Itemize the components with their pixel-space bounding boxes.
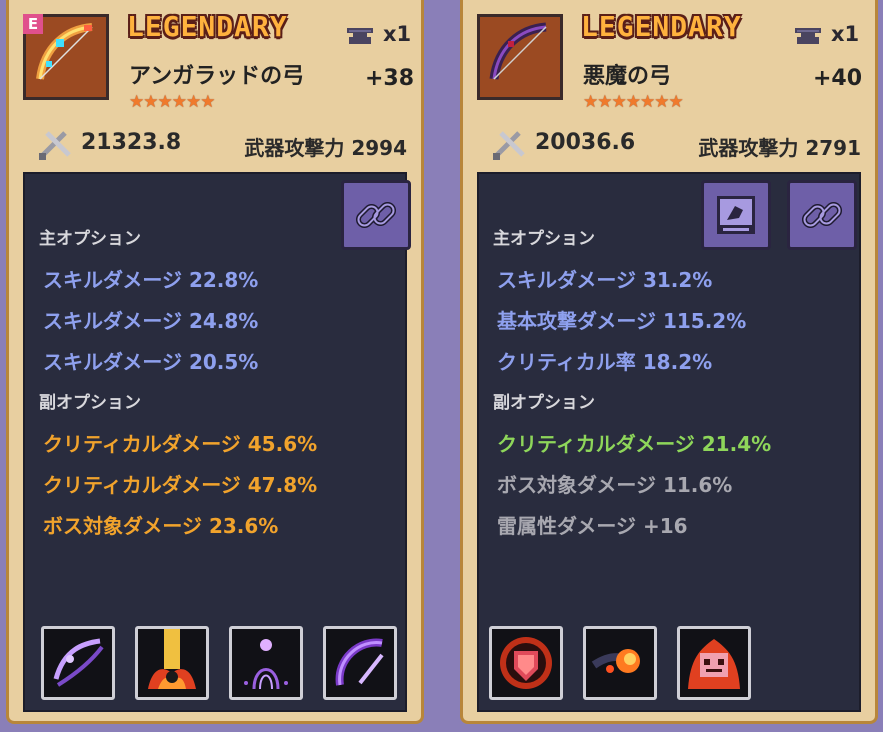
main-option-1: スキルダメージ 22.8% bbox=[43, 268, 259, 292]
main-options-header: 主オプション bbox=[39, 229, 141, 249]
link-icon bbox=[355, 201, 397, 229]
enhance-level: +40 bbox=[813, 66, 863, 91]
star-rating: ★★★★★★ bbox=[129, 92, 215, 112]
link-button[interactable] bbox=[341, 180, 411, 250]
sub-option-3: 雷属性ダメージ +16 bbox=[497, 514, 688, 538]
weapon-thumbnail bbox=[477, 14, 563, 100]
weapon-attack-label: 武器攻撃力 bbox=[698, 136, 799, 160]
fire-pillar-icon bbox=[148, 629, 196, 689]
sub-option-1: クリティカルダメージ 45.6% bbox=[43, 432, 318, 456]
combat-power: 21323.8 bbox=[81, 130, 182, 155]
anvil-icon bbox=[347, 28, 373, 44]
skill-slot-4[interactable] bbox=[323, 626, 397, 700]
crescent-blade-icon bbox=[335, 638, 384, 686]
power-row: 20036.6 武器攻撃力 2791 bbox=[477, 118, 861, 170]
rarity-label: LEGENDARY bbox=[581, 10, 742, 43]
skill-slot-1[interactable] bbox=[489, 626, 563, 700]
weapon-name: 悪魔の弓 bbox=[583, 64, 672, 89]
weapon-card-demon-bow[interactable]: LEGENDARY x1 悪魔の弓 +40 ★★★★★★★ 20036.6 武器… bbox=[460, 0, 878, 724]
main-options-header: 主オプション bbox=[493, 229, 595, 249]
item-count: x1 bbox=[383, 22, 412, 46]
weapon-attack: 武器攻撃力 2994 bbox=[244, 132, 407, 161]
power-row: 21323.8 武器攻撃力 2994 bbox=[23, 118, 407, 170]
bow-spirit-icon bbox=[53, 638, 104, 687]
sub-options-header: 副オプション bbox=[493, 393, 595, 413]
enhance-level: +38 bbox=[365, 66, 415, 91]
item-count: x1 bbox=[831, 22, 860, 46]
weapon-name: アンガラッドの弓 bbox=[129, 64, 305, 89]
bow-icon bbox=[489, 22, 547, 80]
options-panel: 主オプション スキルダメージ 22.8% スキルダメージ 24.8% スキルダメ… bbox=[23, 172, 411, 712]
sub-option-1: クリティカルダメージ 21.4% bbox=[497, 432, 772, 456]
weapon-attack-value: 2994 bbox=[351, 136, 407, 160]
weapon-attack-label: 武器攻撃力 bbox=[244, 136, 345, 160]
main-option-2: 基本攻撃ダメージ 115.2% bbox=[497, 309, 747, 333]
main-option-1: スキルダメージ 31.2% bbox=[497, 268, 713, 292]
shield-burst-icon bbox=[500, 637, 552, 689]
sub-option-3: ボス対象ダメージ 23.6% bbox=[43, 514, 279, 538]
crossed-swords-icon bbox=[493, 131, 525, 160]
weapon-attack-value: 2791 bbox=[805, 136, 861, 160]
main-option-2: スキルダメージ 24.8% bbox=[43, 309, 259, 333]
star-rating: ★★★★★★★ bbox=[583, 92, 684, 112]
main-option-3: クリティカル率 18.2% bbox=[497, 350, 713, 374]
equipped-badge: E bbox=[23, 14, 43, 34]
skill-slot-2[interactable] bbox=[135, 626, 209, 700]
crossed-swords-icon bbox=[39, 131, 71, 160]
skill-slot-3[interactable] bbox=[229, 626, 303, 700]
combat-power: 20036.6 bbox=[535, 130, 636, 155]
fireball-icon bbox=[591, 649, 640, 673]
weapon-attack: 武器攻撃力 2791 bbox=[698, 132, 861, 161]
options-panel: 主オプション スキルダメージ 31.2% 基本攻撃ダメージ 115.2% クリテ… bbox=[477, 172, 861, 712]
skill-slot-2[interactable] bbox=[583, 626, 657, 700]
burning-robot-icon bbox=[688, 639, 740, 689]
sub-options-header: 副オプション bbox=[39, 393, 141, 413]
anvil-icon bbox=[795, 28, 821, 44]
spirit-orb-icon bbox=[244, 639, 288, 690]
skill-book-button[interactable] bbox=[701, 180, 771, 250]
skill-book-icon bbox=[717, 196, 755, 234]
skill-slot-1[interactable] bbox=[41, 626, 115, 700]
skill-slot-3[interactable] bbox=[677, 626, 751, 700]
sub-option-2: ボス対象ダメージ 11.6% bbox=[497, 473, 733, 497]
rarity-label: LEGENDARY bbox=[127, 10, 288, 43]
weapon-card-angharad-bow[interactable]: E LEGENDARY x1 アンガラッドの弓 +38 ★★★★★★ 21323… bbox=[6, 0, 424, 724]
sub-option-2: クリティカルダメージ 47.8% bbox=[43, 473, 318, 497]
link-icon bbox=[801, 201, 843, 229]
link-button[interactable] bbox=[787, 180, 857, 250]
main-option-3: スキルダメージ 20.5% bbox=[43, 350, 259, 374]
